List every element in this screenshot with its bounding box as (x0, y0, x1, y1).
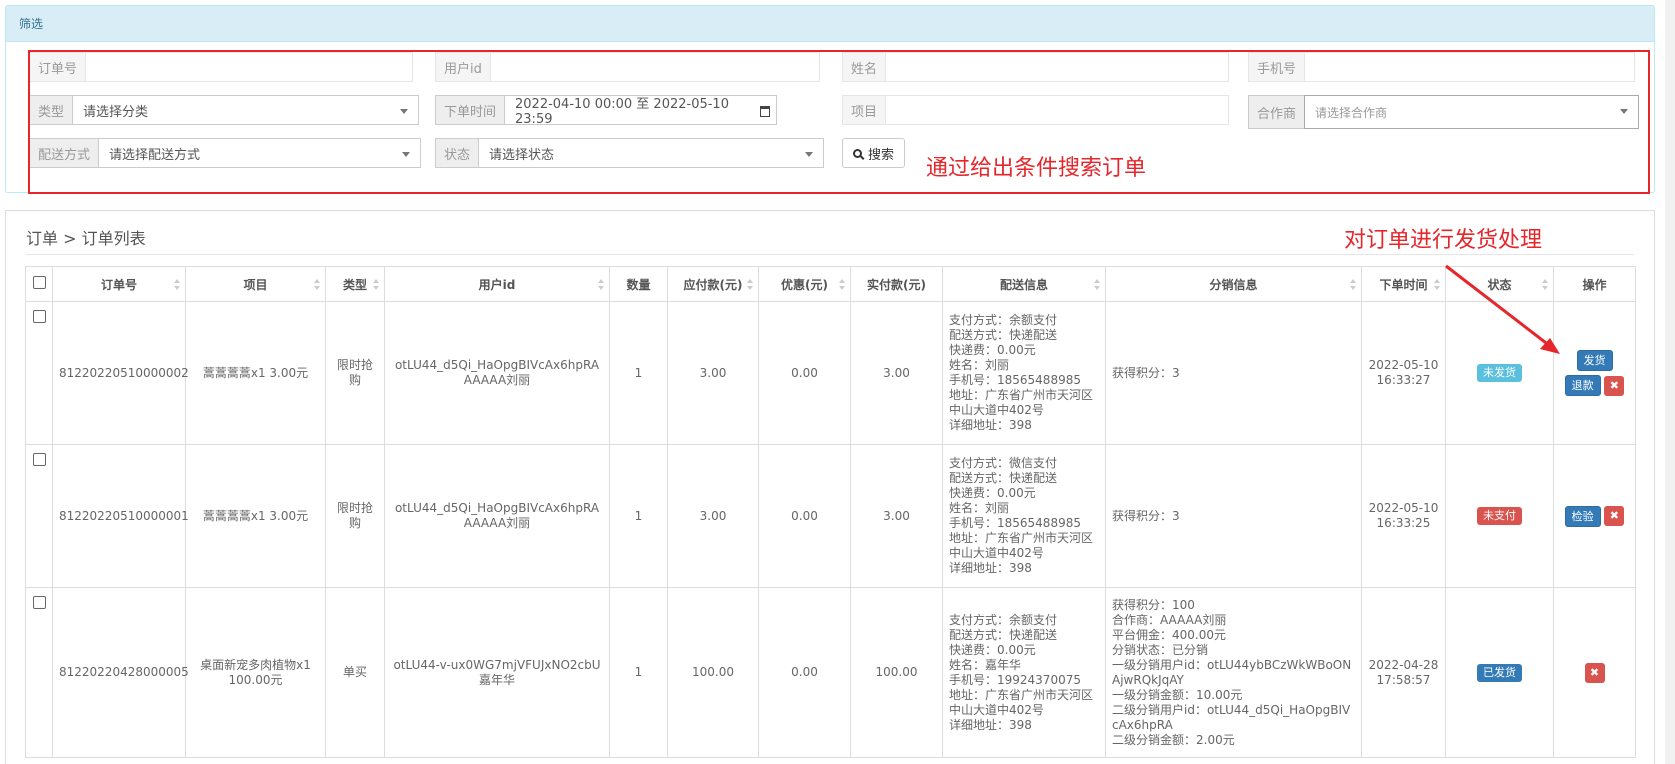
sort-icon (598, 279, 604, 290)
sort-icon (747, 279, 753, 290)
header-select-all[interactable] (25, 266, 53, 302)
actions-cell: 检验 ✖ (1553, 444, 1636, 588)
sort-icon (373, 279, 379, 290)
paid-cell: 3.00 (850, 301, 943, 445)
header-qty[interactable]: 数量 (609, 266, 668, 302)
actions-cell: ✖ (1553, 587, 1636, 758)
header-discount[interactable]: 优惠(元) (758, 266, 851, 302)
ship-button[interactable]: 发货 (1576, 350, 1613, 371)
order-list-panel: 订单 > 订单列表 订单号 项目 类型 用户id 数量 应付款(元) 优惠(元)… (5, 210, 1655, 764)
type-cell: 单买 (325, 587, 385, 758)
status-cell: 未支付 (1445, 444, 1554, 588)
header-user-id[interactable]: 用户id (384, 266, 610, 302)
ship-annotation-text: 对订单进行发货处理 (1344, 228, 1543, 253)
header-payable[interactable]: 应付款(元) (667, 266, 759, 302)
payable-cell: 3.00 (667, 444, 759, 588)
row-checkbox-cell[interactable] (25, 444, 53, 588)
paid-cell: 100.00 (850, 587, 943, 758)
sort-icon (314, 279, 320, 290)
header-order-no[interactable]: 订单号 (52, 266, 186, 302)
scrollbar[interactable] (1665, 0, 1675, 764)
type-cell: 限时抢购 (325, 444, 385, 588)
delete-icon[interactable]: ✖ (1604, 506, 1625, 526)
delivery-cell: 支付方式：余额支付 配送方式：快递配送 快递费：0.00元 姓名：嘉年华 手机号… (942, 587, 1106, 758)
order-no-cell: 81220220510000002 (52, 301, 189, 445)
divider (26, 254, 1634, 255)
header-delivery[interactable]: 配送信息 (942, 266, 1106, 302)
check-button[interactable]: 检验 (1564, 505, 1601, 527)
qty-cell: 1 (609, 444, 668, 588)
orders-table: 订单号 项目 类型 用户id 数量 应付款(元) 优惠(元) 实付款(元) 配送… (25, 266, 1636, 758)
status-badge: 未支付 (1477, 507, 1522, 525)
order-no-cell: 81220220510000001 (52, 444, 189, 588)
distribution-cell: 获得积分：100 合作商：AAAAA刘丽 平台佣金：400.00元 分销状态：已… (1105, 587, 1362, 758)
user-id-cell: otLU44_d5Qi_HaOpgBIVcAx6hpRAAAAAA刘丽 (384, 444, 610, 588)
status-badge: 未发货 (1477, 364, 1522, 382)
qty-cell: 1 (609, 587, 668, 758)
sort-icon (1094, 279, 1100, 290)
delivery-cell: 支付方式：余额支付 配送方式：快递配送 快递费：0.00元 姓名：刘丽 手机号：… (942, 301, 1106, 445)
discount-cell: 0.00 (758, 301, 851, 445)
delivery-cell: 支付方式：微信支付 配送方式：快递配送 快递费：0.00元 姓名：刘丽 手机号：… (942, 444, 1106, 588)
status-badge: 已发货 (1477, 663, 1522, 682)
time-cell: 2022-04-28 17:58:57 (1361, 587, 1446, 758)
qty-cell: 1 (609, 301, 668, 445)
table-row: 81220220510000002 蒿蒿蒿蒿x1 3.00元 限时抢购 otLU… (25, 301, 1636, 445)
time-cell: 2022-05-10 16:33:25 (1361, 444, 1446, 588)
refund-button[interactable]: 退款 (1564, 375, 1601, 396)
delete-icon[interactable]: ✖ (1604, 375, 1625, 396)
select-all-checkbox[interactable] (32, 276, 46, 289)
type-cell: 限时抢购 (325, 301, 385, 445)
row-checkbox-cell[interactable] (25, 587, 53, 758)
annotation-arrow-icon (1445, 264, 1560, 354)
time-cell: 2022-05-10 16:33:27 (1361, 301, 1446, 445)
row-checkbox[interactable] (32, 596, 46, 609)
user-id-cell: otLU44_d5Qi_HaOpgBIVcAx6hpRAAAAAA刘丽 (384, 301, 610, 445)
distribution-cell: 获得积分：3 (1105, 444, 1362, 588)
order-no-cell: 81220220428000005 (52, 587, 189, 758)
row-checkbox[interactable] (32, 310, 46, 323)
discount-cell: 0.00 (758, 444, 851, 588)
table-row: 81220220510000001 蒿蒿蒿蒿x1 3.00元 限时抢购 otLU… (25, 444, 1636, 588)
sort-icon (1350, 279, 1356, 290)
delete-icon[interactable]: ✖ (1584, 662, 1605, 683)
header-paid[interactable]: 实付款(元) (850, 266, 943, 302)
search-annotation-text: 通过给出条件搜索订单 (926, 156, 1147, 181)
table-header-row: 订单号 项目 类型 用户id 数量 应付款(元) 优惠(元) 实付款(元) 配送… (25, 266, 1636, 302)
item-cell: 蒿蒿蒿蒿x1 3.00元 (185, 444, 326, 588)
search-annotation-box (28, 50, 1650, 194)
header-item[interactable]: 项目 (185, 266, 326, 302)
item-cell: 蒿蒿蒿蒿x1 3.00元 (185, 301, 326, 445)
header-distribution[interactable]: 分销信息 (1105, 266, 1362, 302)
payable-cell: 3.00 (667, 301, 759, 445)
header-time[interactable]: 下单时间 (1361, 266, 1446, 302)
user-id-cell: otLU44-v-ux0WG7mjVFUJxNO2cbU嘉年华 (384, 587, 610, 758)
payable-cell: 100.00 (667, 587, 759, 758)
filter-heading: 筛选 (6, 6, 1654, 42)
sort-icon (839, 279, 845, 290)
header-type[interactable]: 类型 (325, 266, 385, 302)
paid-cell: 3.00 (850, 444, 943, 588)
breadcrumb: 订单 > 订单列表 (26, 229, 146, 248)
item-cell: 桌面新宠多肉植物x1 100.00元 (185, 587, 326, 758)
status-cell: 已发货 (1445, 587, 1554, 758)
sort-icon (174, 279, 180, 290)
discount-cell: 0.00 (758, 587, 851, 758)
distribution-cell: 获得积分：3 (1105, 301, 1362, 445)
table-row: 81220220428000005 桌面新宠多肉植物x1 100.00元 单买 … (25, 587, 1636, 758)
row-checkbox-cell[interactable] (25, 301, 53, 445)
row-checkbox[interactable] (32, 453, 46, 466)
